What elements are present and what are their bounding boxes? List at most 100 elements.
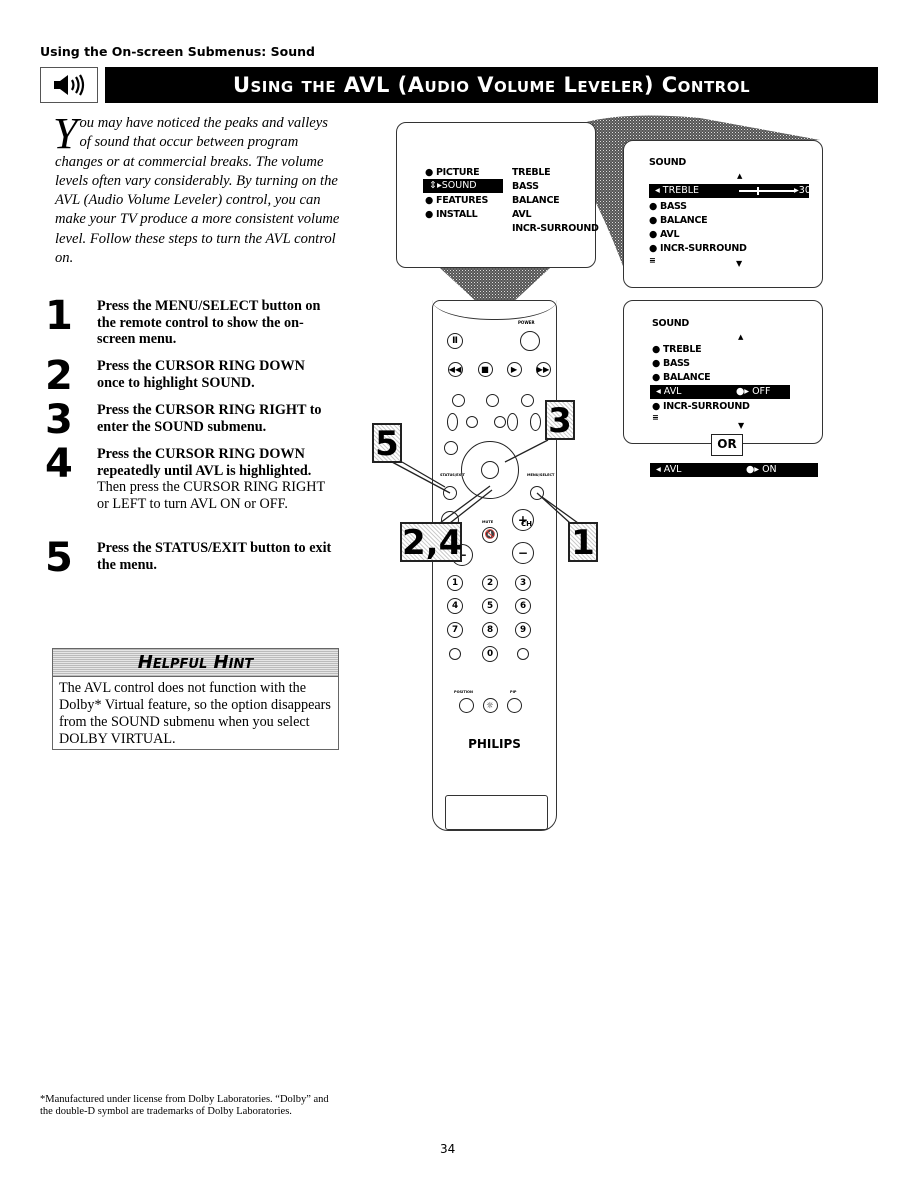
step-number: 1 <box>45 293 73 339</box>
page-title: Using the AVL (Audio Volume Leveler) Con… <box>105 67 878 103</box>
digit-5-button[interactable]: 5 <box>482 598 498 614</box>
remote-control: POWER <box>432 300 557 831</box>
hint-title: Helpful Hint <box>53 649 338 677</box>
scroll-up-icon: ▲ <box>738 333 744 341</box>
button[interactable] <box>520 393 534 407</box>
step-text: Press the CURSOR RING DOWN repeatedly un… <box>97 446 312 479</box>
step-3: 3 Press the CURSOR RING RIGHT to enter th… <box>45 398 335 442</box>
active-control-button[interactable] <box>506 413 518 431</box>
scroll-up-icon: ▲ <box>737 172 743 180</box>
menu-item: ● INSTALL <box>425 209 478 220</box>
hint-text: The AVL control does not function with t… <box>59 680 331 747</box>
status-exit-button[interactable] <box>443 486 457 500</box>
digit-4-button[interactable]: 4 <box>447 598 463 614</box>
digit-9-button[interactable]: 9 <box>515 622 531 638</box>
more-icon: ≡ <box>649 256 656 265</box>
menu-item: ● BASS <box>652 358 690 369</box>
button[interactable] <box>451 393 465 407</box>
digit-0-button[interactable]: 0 <box>482 646 498 662</box>
footnote: *Manufactured under license from Dolby L… <box>40 1094 329 1117</box>
pip-label: PIP <box>510 690 517 694</box>
mute-label: MUTE <box>482 520 494 524</box>
more-icon: ≡ <box>652 413 659 422</box>
callout-step-2-4: 2,4 <box>400 522 463 563</box>
callout-step-3: 3 <box>545 400 575 440</box>
digit-7-button[interactable]: 7 <box>447 622 463 638</box>
menu-item: ● TREBLE <box>652 344 702 355</box>
pip-button[interactable]: ☼ <box>482 697 498 713</box>
step-number: 5 <box>45 535 73 581</box>
step-text: Press the CURSOR RING RIGHT to enter the… <box>97 402 322 435</box>
ch-up-button[interactable] <box>494 416 506 428</box>
menu-item: ● AVL <box>649 229 680 240</box>
submenu-item: TREBLE <box>512 167 551 178</box>
button[interactable] <box>506 697 522 713</box>
menu-title: SOUND <box>649 157 686 168</box>
menu-item: ● INCR-SURROUND <box>649 243 747 254</box>
digit-6-button[interactable]: 6 <box>515 598 531 614</box>
brand-logo: PHILIPS <box>468 737 521 751</box>
fast-forward-button[interactable]: ▶▶ <box>535 361 551 377</box>
position-label: POSITION <box>454 690 473 694</box>
button[interactable] <box>449 648 461 660</box>
rewind-button[interactable]: ◀◀ <box>447 361 463 377</box>
menu-item: ● INCR-SURROUND <box>652 401 750 412</box>
step-2: 2 Press the CURSOR RING DOWN once to high… <box>45 354 335 398</box>
protect-button[interactable] <box>529 413 541 431</box>
intro-text: ou may have noticed the peaks and valley… <box>55 115 340 267</box>
button[interactable] <box>517 648 529 660</box>
step-4: 4 Press the CURSOR RING DOWN repeatedly u… <box>45 442 335 512</box>
menu-select-label: MENU/SELECT <box>527 473 555 477</box>
helpful-hint-box: Helpful Hint The AVL control does not fun… <box>52 648 339 750</box>
ch-down-button[interactable] <box>466 416 478 428</box>
intro-paragraph: You may have noticed the peaks and valle… <box>53 109 340 268</box>
page-number: 34 <box>440 1142 456 1156</box>
digit-2-button[interactable]: 2 <box>482 575 498 591</box>
menu-item: ● BASS <box>649 201 687 212</box>
swap-button[interactable] <box>446 413 458 431</box>
step-number: 4 <box>45 441 73 487</box>
step-number: 2 <box>45 353 73 399</box>
step-1: 1 Press the MENU/SELECT button on the rem… <box>45 294 335 348</box>
step-text: Press the MENU/SELECT button on the remo… <box>97 298 321 347</box>
section-header: Using the On-screen Submenus: Sound <box>40 44 315 59</box>
menu-item: ● BALANCE <box>652 372 711 383</box>
surround-button[interactable] <box>444 441 458 455</box>
scroll-down-icon: ▼ <box>738 421 744 430</box>
menu-select-button[interactable] <box>530 486 544 500</box>
stop-button[interactable]: ■ <box>477 361 493 377</box>
pause-button[interactable]: Ⅱ <box>447 333 463 349</box>
submenu-item: BASS <box>512 181 539 192</box>
power-label: POWER <box>518 320 535 325</box>
scroll-down-icon: ▼ <box>736 259 742 268</box>
drop-cap: Y <box>53 109 78 158</box>
menu-item: ● PICTURE <box>425 167 480 178</box>
step-text: Press the STATUS/EXIT button to exit the… <box>97 540 332 573</box>
mute-button[interactable]: 🔇 <box>482 527 498 543</box>
button[interactable] <box>485 393 499 407</box>
submenu-item: AVL <box>512 209 532 220</box>
step-5: 5 Press the STATUS/EXIT button to exit th… <box>45 536 335 580</box>
menu-item: ● BALANCE <box>649 215 708 226</box>
play-button[interactable]: ▶ <box>506 361 522 377</box>
power-button[interactable] <box>520 331 540 351</box>
ch-minus-button[interactable]: − <box>512 542 534 564</box>
digit-1-button[interactable]: 1 <box>447 575 463 591</box>
submenu-item: INCR-SURROUND <box>512 223 599 234</box>
ok-button[interactable] <box>481 461 499 479</box>
digit-8-button[interactable]: 8 <box>482 622 498 638</box>
sound-menu-avl: SOUND ▲ ● TREBLE ● BASS ● BALANCE ◂ AVL ●… <box>623 300 823 444</box>
ch-label: CH <box>521 520 532 528</box>
or-label: OR <box>711 434 743 456</box>
menu-item-selected: ◂ AVL ●▸ OFF <box>650 385 790 399</box>
callout-step-5: 5 <box>372 423 402 463</box>
position-button[interactable] <box>458 697 474 713</box>
menu-item-selected: ⇕▸SOUND <box>423 179 503 193</box>
submenu-item: BALANCE <box>512 195 560 206</box>
menu-item-selected: ◂ TREBLE ▸30 <box>649 184 811 198</box>
step-text: Press the CURSOR RING DOWN once to highl… <box>97 358 305 391</box>
digit-3-button[interactable]: 3 <box>515 575 531 591</box>
step-text-normal: Then press the CURSOR RING RIGHT or LEFT… <box>97 479 325 512</box>
callout-step-1: 1 <box>568 522 598 562</box>
status-exit-label: STATUS/EXIT <box>440 473 465 477</box>
